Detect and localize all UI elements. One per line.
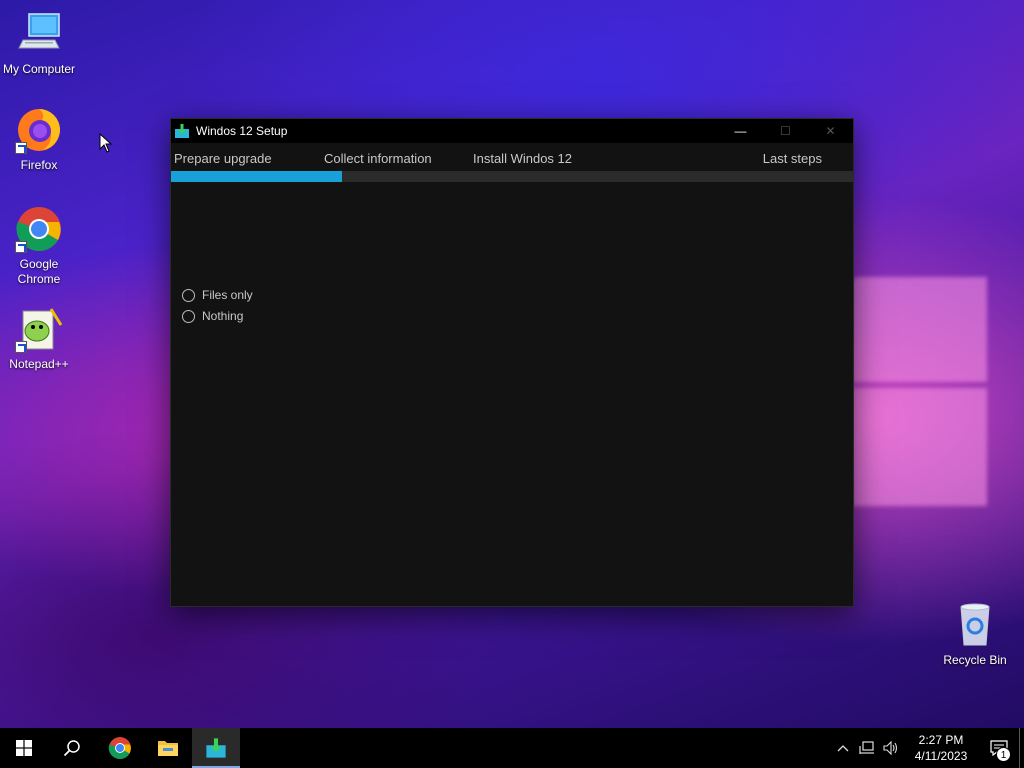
desktop-icon-google-chrome[interactable]: Google Chrome bbox=[1, 205, 77, 287]
clock-date: 4/11/2023 bbox=[914, 749, 968, 763]
close-button[interactable]: ✕ bbox=[808, 119, 853, 143]
network-icon[interactable] bbox=[855, 728, 879, 768]
shortcut-arrow-icon bbox=[15, 241, 27, 253]
setup-progress-bar bbox=[171, 171, 853, 182]
desktop-icon-firefox[interactable]: Firefox bbox=[1, 106, 77, 173]
chevron-up-icon[interactable] bbox=[831, 728, 855, 768]
notepadpp-icon bbox=[15, 305, 63, 353]
clock-time: 2:27 PM bbox=[918, 733, 964, 747]
shortcut-arrow-icon bbox=[15, 341, 27, 353]
step-install: Install Windos 12 bbox=[473, 151, 572, 166]
setup-steps: Prepare upgrade Collect information Inst… bbox=[171, 143, 853, 171]
taskbar-file-explorer[interactable] bbox=[144, 728, 192, 768]
show-desktop-button[interactable] bbox=[1019, 728, 1024, 768]
start-button[interactable] bbox=[0, 728, 48, 768]
setup-window: Windos 12 Setup — ☐ ✕ Prepare upgrade Co… bbox=[170, 118, 854, 607]
desktop-icon-label: Firefox bbox=[20, 158, 58, 172]
progress-fill bbox=[171, 171, 342, 182]
title-bar[interactable]: Windos 12 Setup — ☐ ✕ bbox=[171, 119, 853, 143]
chrome-icon bbox=[15, 205, 63, 253]
desktop-icon-label: Notepad++ bbox=[9, 357, 69, 371]
step-last-steps: Last steps bbox=[762, 151, 822, 166]
notification-badge: 1 bbox=[996, 747, 1011, 762]
computer-icon bbox=[15, 10, 63, 58]
mouse-cursor-icon bbox=[99, 133, 113, 153]
option-files-only[interactable]: Files only bbox=[182, 288, 253, 302]
chrome-icon bbox=[108, 737, 131, 759]
desktop-icon-my-computer[interactable]: My Computer bbox=[1, 10, 77, 77]
desktop-icon-label: Recycle Bin bbox=[943, 653, 1007, 667]
option-label: Files only bbox=[202, 288, 253, 302]
desktop-icon-notepadpp[interactable]: Notepad++ bbox=[1, 305, 77, 372]
window-title: Windos 12 Setup bbox=[196, 124, 288, 138]
option-nothing[interactable]: Nothing bbox=[182, 309, 243, 323]
setup-app-icon bbox=[174, 123, 190, 139]
recycle-bin-icon bbox=[951, 601, 999, 649]
taskbar-setup[interactable] bbox=[192, 728, 240, 768]
start-icon bbox=[16, 740, 32, 756]
maximize-button[interactable]: ☐ bbox=[763, 119, 808, 143]
search-button[interactable] bbox=[48, 728, 96, 768]
step-prepare-upgrade: Prepare upgrade bbox=[174, 151, 272, 166]
search-icon bbox=[63, 740, 80, 757]
wallpaper-windows-logo bbox=[852, 255, 992, 510]
radio-button[interactable] bbox=[182, 288, 195, 302]
volume-icon[interactable] bbox=[879, 728, 903, 768]
radio-button[interactable] bbox=[182, 309, 195, 323]
desktop-icon-recycle-bin[interactable]: Recycle Bin bbox=[937, 601, 1013, 668]
file-explorer-icon bbox=[158, 741, 178, 756]
action-center-button[interactable]: 1 bbox=[979, 728, 1019, 768]
shortcut-arrow-icon bbox=[15, 142, 27, 154]
setup-icon bbox=[206, 738, 226, 758]
system-tray: 2:27 PM 4/11/2023 1 bbox=[831, 728, 1024, 768]
desktop-icon-label: My Computer bbox=[2, 62, 76, 76]
minimize-button[interactable]: — bbox=[718, 119, 763, 143]
desktop-icon-label: Google Chrome bbox=[17, 257, 61, 286]
clock[interactable]: 2:27 PM 4/11/2023 bbox=[903, 732, 979, 764]
taskbar: 2:27 PM 4/11/2023 1 bbox=[0, 728, 1024, 768]
option-label: Nothing bbox=[202, 309, 244, 323]
step-collect-information: Collect information bbox=[324, 151, 432, 166]
firefox-icon bbox=[15, 106, 63, 154]
taskbar-chrome[interactable] bbox=[96, 728, 144, 768]
